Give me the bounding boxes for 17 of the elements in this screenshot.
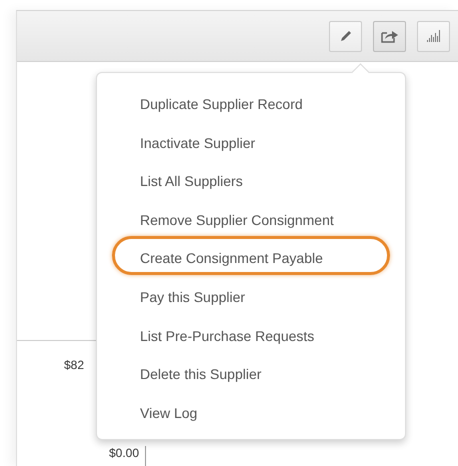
- menu-item[interactable]: Remove Supplier Consignment: [112, 198, 390, 236]
- edit-button[interactable]: [329, 20, 362, 52]
- amount-text: $82: [64, 358, 84, 372]
- pencil-icon: [338, 29, 352, 43]
- menu-item[interactable]: Duplicate Supplier Record: [112, 82, 390, 121]
- menu-item[interactable]: View Log: [112, 390, 390, 430]
- menu-item[interactable]: Delete this Supplier: [112, 352, 390, 391]
- total-text: $0.00: [109, 446, 146, 466]
- menu-item[interactable]: List Pre-Purchase Requests: [112, 314, 390, 352]
- menu-item[interactable]: Inactivate Supplier: [112, 120, 390, 160]
- chart-button[interactable]: [417, 20, 450, 52]
- share-icon: [380, 29, 398, 43]
- menu-item[interactable]: Create Consignment Payable: [112, 236, 390, 275]
- bar-chart-icon: [426, 30, 440, 42]
- menu-item[interactable]: List All Suppliers: [112, 159, 390, 198]
- share-button[interactable]: [373, 20, 406, 52]
- menu-item[interactable]: Pay this Supplier: [112, 274, 390, 314]
